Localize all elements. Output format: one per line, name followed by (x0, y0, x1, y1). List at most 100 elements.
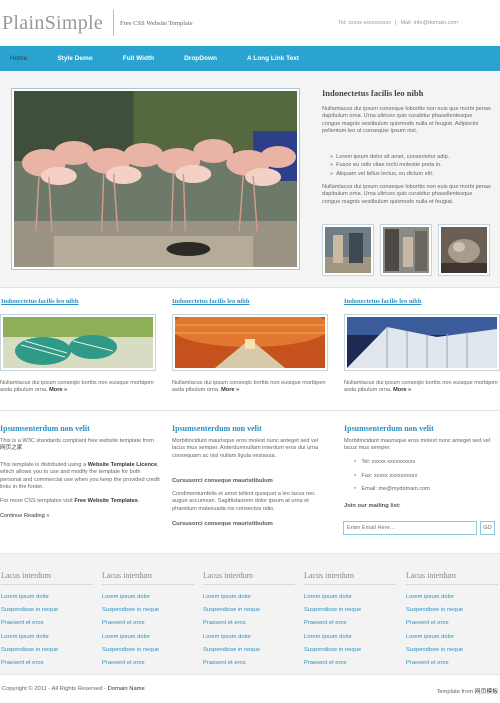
copyright-text: Copyright © 2011 - All Rights Reserved - (2, 686, 107, 692)
credit-text: Template from (436, 689, 474, 695)
footer-link[interactable]: Suspendisse in neque (304, 604, 396, 617)
nav-item-full-width[interactable]: Full Width (123, 55, 154, 62)
footer-link[interactable]: Suspendisse in neque (203, 604, 295, 617)
footer-link[interactable]: Suspendisse in neque (406, 604, 498, 617)
thumbnail-2[interactable] (380, 224, 432, 276)
thumbnail-1[interactable] (322, 224, 374, 276)
column-text-1: Nullamlacus dui ipsum conseqlo borttis n… (0, 380, 160, 395)
column-title-2[interactable]: Indonectetus facilis leo nibh (172, 298, 249, 305)
header-mail: Mail: info@domain.com (400, 20, 458, 26)
column-text: Nullamlacus dui ipsum conseqlo borttis n… (0, 380, 154, 394)
template-credit: Template from 网页模板 (436, 686, 498, 695)
main-nav: Home Style Demo Full Width DropDown A Lo… (0, 46, 500, 71)
footer-link[interactable]: Suspendisse in neque (203, 644, 295, 657)
footer-link[interactable]: Lorem ipsum dolor (304, 591, 396, 604)
footer-column: Lacus interdum Lorem ipsum dolor Suspend… (102, 571, 194, 670)
email-input[interactable] (343, 521, 477, 535)
footer-link[interactable]: Praesent et eros (1, 657, 93, 670)
footer-link[interactable]: Praesent et eros (406, 657, 498, 670)
footer-link[interactable]: Lorem ipsum dolor (203, 631, 295, 644)
column-title-3[interactable]: Indonectetus facilis leo nibh (344, 298, 421, 305)
footer-link[interactable]: Lorem ipsum dolor (102, 631, 194, 644)
subscribe-button[interactable]: GO (480, 521, 495, 535)
section-divider (0, 410, 500, 411)
footer-link[interactable]: Lorem ipsum dolor (1, 591, 93, 604)
footer-link[interactable]: Lorem ipsum dolor (406, 631, 498, 644)
footer-link[interactable]: Praesent et eros (203, 617, 295, 630)
footer-link[interactable]: Suspendisse in neque (102, 644, 194, 657)
nav-item-dropdown[interactable]: DropDown (184, 55, 217, 62)
nav-item-home[interactable]: Home (10, 55, 27, 62)
column-text-3: Nullamlacus dui ipsum conseqlo borttis n… (344, 380, 500, 395)
footer-link[interactable]: Praesent et eros (406, 617, 498, 630)
section1-paragraph-3: For more CSS templates visit Free Websit… (0, 498, 160, 505)
header-contact: Tel: xxxxx xxxxxxxxxx | Mail: info@domain.… (338, 20, 458, 26)
column-image-1 (0, 314, 156, 371)
footer-link[interactable]: Praesent et eros (102, 617, 194, 630)
footer-link[interactable]: Praesent et eros (304, 657, 396, 670)
templates-link[interactable]: Free Website Templates (74, 498, 138, 504)
footer-link[interactable]: Lorem ipsum dolor (102, 591, 194, 604)
featured-image-flamingos (11, 88, 300, 270)
nav-item-style-demo[interactable]: Style Demo (57, 55, 92, 62)
footer-link[interactable]: Praesent et eros (304, 617, 396, 630)
footer-link[interactable]: Lorem ipsum dolor (203, 591, 295, 604)
feature-list-item: Fusce eu odio vitae inchi molestie porta… (330, 161, 449, 169)
feature-list: Lorem ipsum dolor sit amet, consectetur … (330, 153, 449, 178)
source-link[interactable]: 网页之家 (0, 445, 22, 451)
featured-section: Indonectetus facilis leo nibh Nullamlacu… (0, 72, 500, 288)
contact-tel: Tel: xxxxx xxxxxxxxxx (354, 455, 430, 469)
column-image-3 (344, 314, 500, 371)
credit-link[interactable]: 网页模板 (475, 689, 498, 695)
footer-column: Lacus interdum Lorem ipsum dolor Suspend… (1, 571, 93, 670)
feature-list-item: Aliquam vel tellus lectus, eu dictum eli… (330, 170, 449, 178)
mailing-list-label: Join our mailing list: (344, 503, 401, 509)
thumbnail-3[interactable] (438, 224, 490, 276)
footer-column: Lacus interdum Lorem ipsum dolor Suspend… (203, 571, 295, 670)
feature-paragraph-2: Nullamlacus dui ipsum conseque loborttis… (322, 184, 491, 205)
section1-text: This template is distributed using a (0, 462, 87, 468)
column-text: Nullamlacus dui ipsum conseqlo borttis n… (344, 380, 498, 394)
header-tel: Tel: xxxxx xxxxxxxxxx (338, 20, 391, 26)
column-image-2 (172, 314, 328, 371)
footer-column: Lacus interdum Lorem ipsum dolor Suspend… (304, 571, 396, 670)
section1-paragraph-2: This template is distributed using a Web… (0, 462, 160, 492)
continue-reading-link[interactable]: Continue Reading » (0, 513, 160, 520)
footer-link[interactable]: Suspendisse in neque (304, 644, 396, 657)
more-link[interactable]: More » (49, 387, 67, 393)
section1-text: For more CSS templates visit (0, 498, 73, 504)
footer-link[interactable]: Praesent et eros (203, 657, 295, 670)
column-title-1[interactable]: Indonectetus facilis leo nibh (1, 298, 78, 305)
footer-link[interactable]: Suspendisse in neque (102, 604, 194, 617)
footer-link[interactable]: Praesent et eros (1, 617, 93, 630)
column-text-2: Nullamlacus dui ipsum conseqlo borttis n… (172, 380, 332, 395)
site-header: PlainSimple Free CSS Website Template Te… (0, 0, 500, 46)
feature-paragraph: Nullamlacus dui ipsum conseque loborttis… (322, 106, 491, 135)
footer-column-title: Lacus interdum (304, 571, 396, 585)
footer-column-title: Lacus interdum (102, 571, 194, 585)
footer-link[interactable]: Suspendisse in neque (1, 604, 93, 617)
section-title-1: Ipsumsenterdum non velit (0, 424, 90, 433)
section2-paragraph-1: Morbitincidunt maurisque eros molest nun… (172, 438, 319, 459)
footer-links: Lacus interdum Lorem ipsum dolor Suspend… (0, 553, 500, 675)
column-text: Nullamlacus dui ipsum conseqlo borttis n… (172, 380, 326, 394)
more-link[interactable]: More » (221, 387, 239, 393)
domain-link[interactable]: Domain Name (108, 686, 145, 692)
more-link[interactable]: More » (393, 387, 411, 393)
section1-text: This is a W3C standards compliant free w… (0, 438, 154, 444)
site-logo[interactable]: PlainSimple (2, 12, 103, 35)
header-contact-separator: | (395, 20, 397, 26)
footer-link[interactable]: Lorem ipsum dolor (1, 631, 93, 644)
section2-subheading-2: Cursusorci conseque mauristibulum (172, 521, 273, 527)
licence-link[interactable]: Website Template Licence (88, 462, 157, 468)
section-title-3: Ipsumsenterdum non velit (344, 424, 434, 433)
footer-link[interactable]: Suspendisse in neque (1, 644, 93, 657)
logo-divider (113, 10, 114, 36)
footer-link[interactable]: Suspendisse in neque (406, 644, 498, 657)
contact-fax: Fax: xxxxx xxxxxxxxxx (354, 469, 430, 483)
footer-link[interactable]: Praesent et eros (102, 657, 194, 670)
footer-link[interactable]: Lorem ipsum dolor (406, 591, 498, 604)
nav-item-long-link[interactable]: A Long Link Text (247, 55, 299, 62)
section1-text: . (137, 498, 140, 504)
footer-link[interactable]: Lorem ipsum dolor (304, 631, 396, 644)
